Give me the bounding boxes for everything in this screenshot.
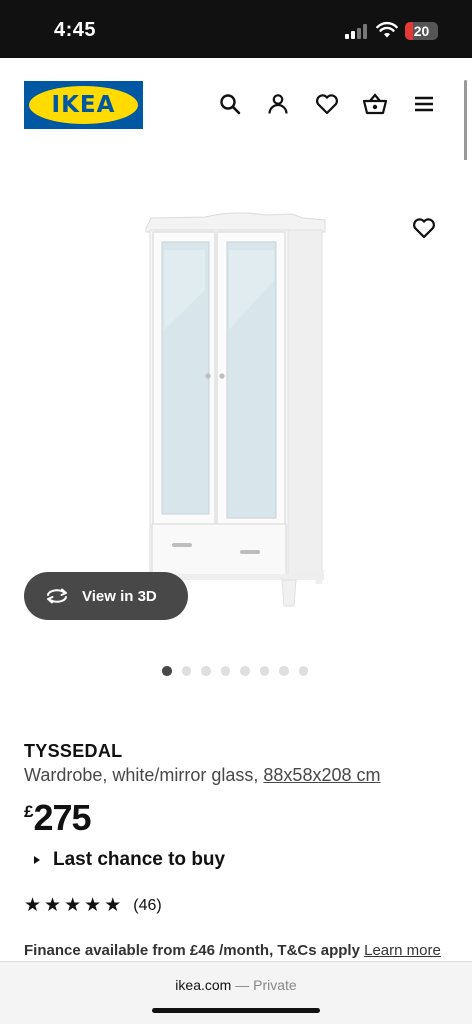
gallery-dot[interactable]: [240, 666, 250, 676]
product-rating[interactable]: ★ ★ ★ ★ ★ (46): [24, 896, 162, 916]
gallery-dot[interactable]: [162, 666, 172, 676]
finance-text: Finance available from £46 /month, T&Cs …: [24, 942, 360, 959]
url-separator: —: [231, 977, 254, 993]
status-time: 4:45: [54, 19, 97, 41]
product-price: £ 275: [24, 797, 92, 839]
rating-stars: ★ ★ ★ ★ ★: [24, 896, 121, 916]
basket-icon[interactable]: [362, 91, 388, 117]
star-icon: ★: [84, 895, 102, 916]
price-value: 275: [33, 797, 91, 838]
product-dimensions-link[interactable]: 88x58x208 cm: [263, 765, 380, 785]
gallery-dot[interactable]: [201, 666, 211, 676]
home-indicator[interactable]: [152, 1008, 320, 1013]
menu-icon[interactable]: [411, 91, 437, 117]
url-display[interactable]: ikea.com — Private: [0, 977, 472, 993]
status-bar: 4:45 20: [0, 0, 472, 58]
gallery-dot[interactable]: [259, 666, 269, 676]
product-type: Wardrobe, white/mirror glass,: [24, 765, 264, 785]
wifi-icon: [376, 21, 398, 38]
url-domain: ikea.com: [175, 977, 232, 993]
search-icon[interactable]: [217, 91, 243, 117]
review-count: (46): [133, 897, 162, 914]
gallery-dot[interactable]: [220, 666, 230, 676]
wishlist-heart-icon[interactable]: [314, 91, 340, 117]
browser-address-bar[interactable]: ikea.com — Private: [0, 961, 472, 1024]
ikea-logo[interactable]: IKEA: [24, 81, 143, 129]
availability-label: Last chance to buy: [53, 849, 226, 870]
product-description: Wardrobe, white/mirror glass, 88x58x208 …: [24, 765, 380, 786]
star-icon: ★: [44, 895, 62, 916]
private-mode-label: Private: [253, 977, 297, 993]
product-image: [0, 160, 472, 640]
view-in-3d-label: View in 3D: [82, 587, 157, 605]
view-in-3d-button[interactable]: View in 3D: [24, 572, 188, 620]
battery-icon: 20: [405, 22, 438, 40]
caret-right-icon: [34, 856, 40, 864]
star-icon: ★: [64, 895, 82, 916]
logo-text: IKEA: [51, 92, 116, 118]
availability-notice[interactable]: Last chance to buy: [34, 849, 225, 871]
product-gallery[interactable]: [0, 160, 472, 640]
gallery-dot[interactable]: [181, 666, 191, 676]
add-to-wishlist-heart-icon[interactable]: [408, 212, 440, 244]
price-currency: £: [24, 802, 34, 821]
user-icon[interactable]: [265, 91, 291, 117]
star-icon: ★: [104, 895, 122, 916]
gallery-dot[interactable]: [279, 666, 289, 676]
site-header: IKEA: [0, 58, 472, 158]
scrollbar[interactable]: [464, 80, 467, 166]
finance-info: Finance available from £46 /month, T&Cs …: [24, 942, 441, 959]
battery-level: 20: [413, 23, 430, 39]
learn-more-link[interactable]: Learn more: [364, 942, 441, 959]
signal-icon: [345, 24, 369, 39]
gallery-dot[interactable]: [298, 666, 308, 676]
star-icon: ★: [24, 895, 42, 916]
product-name: TYSSEDAL: [24, 741, 123, 761]
gallery-pagination[interactable]: [162, 666, 308, 676]
rotate-3d-icon: [47, 588, 67, 604]
